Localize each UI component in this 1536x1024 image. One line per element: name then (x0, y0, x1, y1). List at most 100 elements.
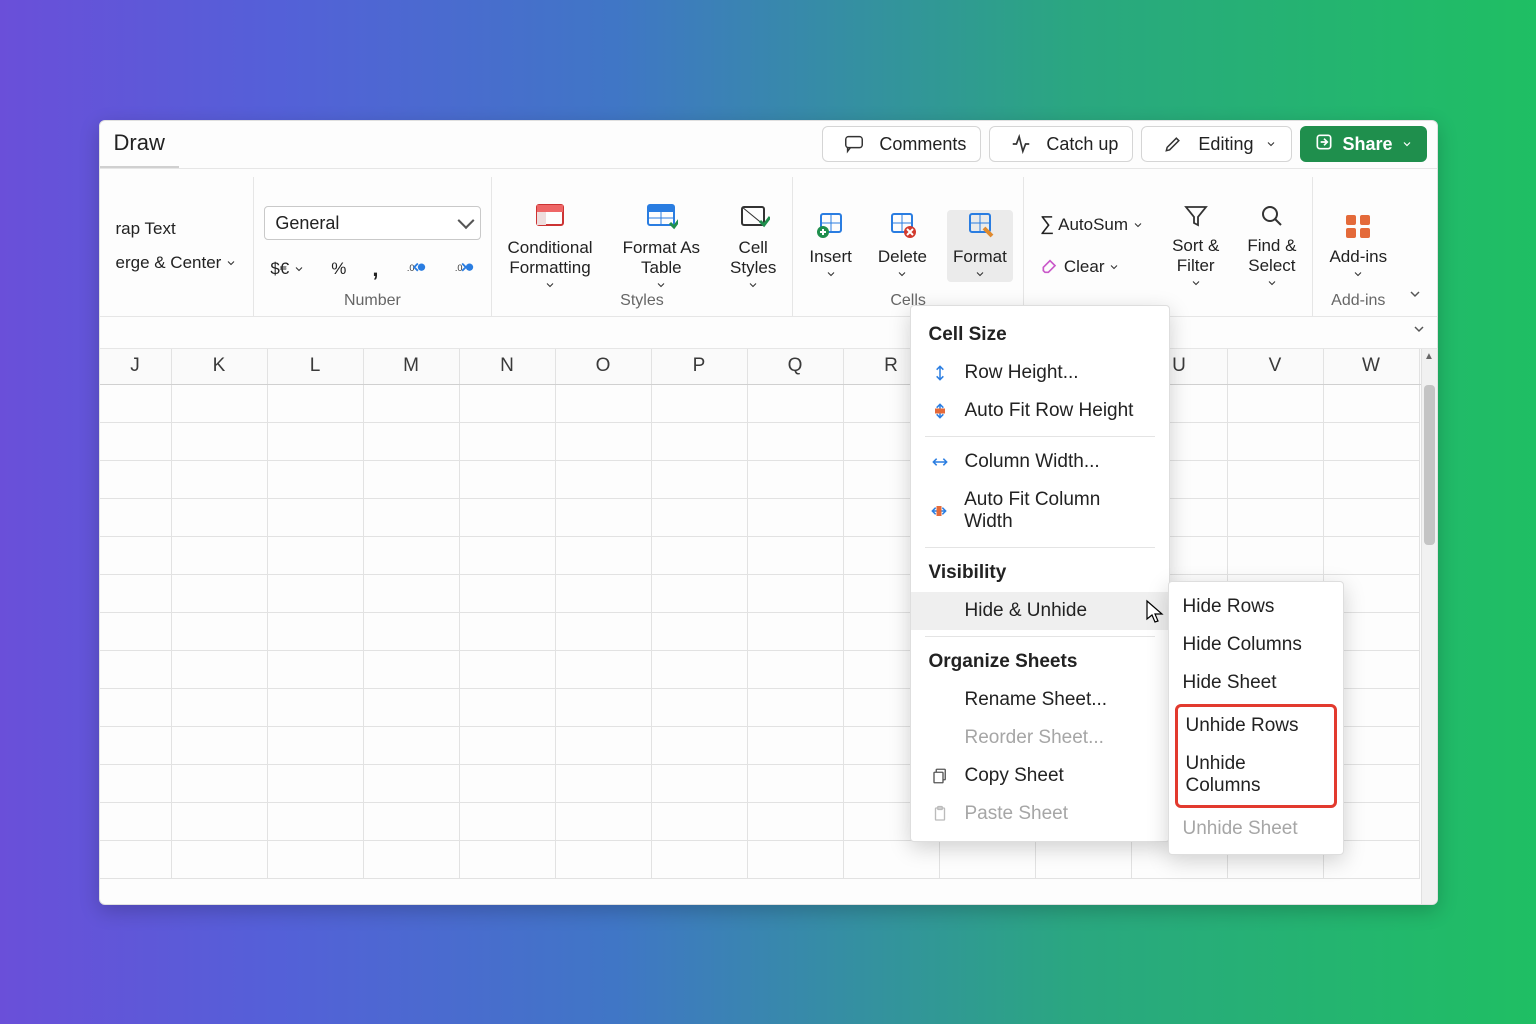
grid-cell[interactable] (748, 841, 844, 879)
grid-cell[interactable] (268, 423, 364, 461)
merge-center-button[interactable]: erge & Center (110, 249, 244, 277)
scrollbar-thumb[interactable] (1424, 385, 1435, 545)
find-select-button[interactable]: Find & Select (1241, 201, 1302, 291)
submenu-hide-columns[interactable]: Hide Columns (1169, 626, 1343, 664)
grid-cell[interactable] (556, 765, 652, 803)
grid-cell[interactable] (1324, 499, 1420, 537)
insert-cells-button[interactable]: Insert (803, 210, 858, 283)
grid-cell[interactable] (364, 689, 460, 727)
grid-cell[interactable] (268, 537, 364, 575)
formula-bar[interactable] (100, 317, 1437, 349)
grid-cell[interactable] (100, 803, 172, 841)
menu-copy-sheet[interactable]: Copy Sheet (911, 757, 1169, 795)
menu-rename-sheet[interactable]: Rename Sheet... (911, 681, 1169, 719)
column-header[interactable]: M (364, 349, 460, 384)
format-cells-button[interactable]: Format (947, 210, 1013, 283)
grid-cell[interactable] (460, 765, 556, 803)
grid-cell[interactable] (460, 461, 556, 499)
grid-cell[interactable] (460, 651, 556, 689)
menu-autofit-column-width[interactable]: Auto Fit Column Width (911, 481, 1169, 541)
grid-cell[interactable] (172, 651, 268, 689)
grid-cell[interactable] (748, 765, 844, 803)
grid-cell[interactable] (364, 651, 460, 689)
format-as-table-button[interactable]: Format As Table (617, 199, 706, 293)
grid-cell[interactable] (1228, 537, 1324, 575)
grid-cell[interactable] (748, 689, 844, 727)
grid-cell[interactable] (460, 423, 556, 461)
grid-cell[interactable] (364, 765, 460, 803)
grid-cell[interactable] (268, 651, 364, 689)
grid-cell[interactable] (748, 461, 844, 499)
grid-cell[interactable] (556, 423, 652, 461)
grid-cell[interactable] (652, 575, 748, 613)
grid-cell[interactable] (748, 423, 844, 461)
grid-cell[interactable] (556, 689, 652, 727)
grid-cell[interactable] (460, 689, 556, 727)
grid-cell[interactable] (652, 651, 748, 689)
grid-cell[interactable] (556, 385, 652, 423)
grid-cell[interactable] (172, 575, 268, 613)
comma-style-button[interactable]: , (366, 252, 384, 286)
grid-cell[interactable] (556, 461, 652, 499)
column-header[interactable]: W (1324, 349, 1420, 384)
submenu-hide-rows[interactable]: Hide Rows (1169, 588, 1343, 626)
grid-cell[interactable] (652, 613, 748, 651)
currency-button[interactable]: $€ (264, 255, 311, 283)
grid-cell[interactable] (364, 575, 460, 613)
grid-row[interactable] (100, 499, 1437, 537)
grid-cell[interactable] (268, 461, 364, 499)
grid-cell[interactable] (460, 575, 556, 613)
grid-cell[interactable] (460, 803, 556, 841)
conditional-formatting-button[interactable]: Conditional Formatting (502, 199, 599, 293)
grid-cell[interactable] (652, 727, 748, 765)
sort-filter-button[interactable]: Sort & Filter (1166, 201, 1225, 291)
grid-cell[interactable] (556, 499, 652, 537)
number-format-select[interactable]: General (264, 206, 480, 240)
column-header[interactable]: L (268, 349, 364, 384)
grid-cell[interactable] (172, 461, 268, 499)
column-header[interactable]: N (460, 349, 556, 384)
ribbon-tab-draw[interactable]: Draw (100, 121, 179, 168)
wrap-text-button[interactable]: rap Text (110, 215, 182, 243)
grid-cell[interactable] (652, 461, 748, 499)
grid-cell[interactable] (364, 423, 460, 461)
grid-cell[interactable] (748, 651, 844, 689)
menu-column-width[interactable]: Column Width... (911, 443, 1169, 481)
submenu-hide-sheet[interactable]: Hide Sheet (1169, 664, 1343, 702)
grid-cell[interactable] (268, 499, 364, 537)
grid-cell[interactable] (652, 537, 748, 575)
grid-cell[interactable] (100, 689, 172, 727)
submenu-unhide-columns[interactable]: Unhide Columns (1178, 745, 1334, 805)
grid-cell[interactable] (556, 613, 652, 651)
grid-cell[interactable] (100, 841, 172, 879)
grid-cell[interactable] (100, 651, 172, 689)
cell-styles-button[interactable]: Cell Styles (724, 199, 782, 293)
grid-cell[interactable] (172, 841, 268, 879)
grid-cell[interactable] (460, 727, 556, 765)
column-headers[interactable]: JKLMNOPQRUVW (100, 349, 1437, 385)
grid-cell[interactable] (1324, 423, 1420, 461)
ribbon-expand-button[interactable] (1401, 280, 1429, 308)
grid-cell[interactable] (172, 385, 268, 423)
share-button[interactable]: Share (1300, 126, 1426, 162)
menu-autofit-row-height[interactable]: Auto Fit Row Height (911, 392, 1169, 430)
grid-cell[interactable] (748, 385, 844, 423)
scroll-up-arrow[interactable]: ▲ (1422, 351, 1437, 365)
grid-row[interactable] (100, 385, 1437, 423)
decrease-decimal-button[interactable]: .0 (447, 254, 481, 284)
grid-cell[interactable] (652, 385, 748, 423)
grid-cell[interactable] (268, 575, 364, 613)
clear-button[interactable]: Clear (1034, 250, 1127, 283)
grid-cell[interactable] (1228, 423, 1324, 461)
grid-cell[interactable] (100, 385, 172, 423)
grid-cell[interactable] (460, 613, 556, 651)
grid-cell[interactable] (652, 841, 748, 879)
grid-cell[interactable] (100, 423, 172, 461)
editing-mode-button[interactable]: Editing (1141, 126, 1292, 162)
grid-cell[interactable] (364, 727, 460, 765)
grid-cell[interactable] (652, 499, 748, 537)
grid-cell[interactable] (364, 803, 460, 841)
grid-cell[interactable] (268, 385, 364, 423)
column-header[interactable]: P (652, 349, 748, 384)
grid-cell[interactable] (1324, 537, 1420, 575)
